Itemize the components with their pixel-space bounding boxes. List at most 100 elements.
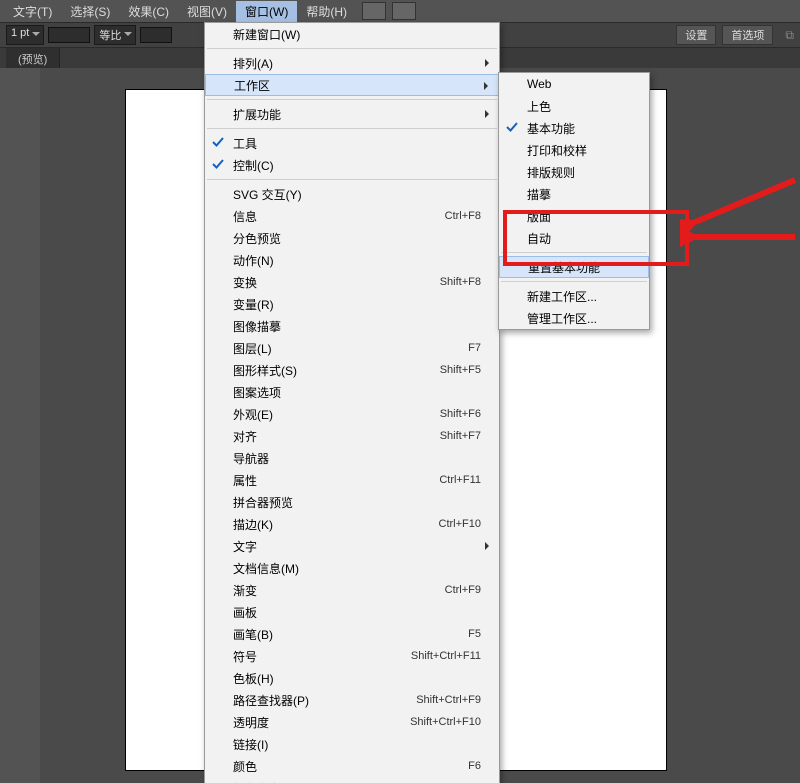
window-menu-item[interactable]: 画笔(B)F5 (205, 623, 499, 645)
workspace-menu-item[interactable]: 描摹 (499, 183, 649, 205)
menu-item-label: Web (527, 77, 551, 91)
workspace-menu-item[interactable]: 新建工作区... (499, 285, 649, 307)
workspace-menu-item[interactable]: 上色 (499, 95, 649, 117)
arrange-docs-icon[interactable] (392, 2, 416, 20)
window-menu-item[interactable]: 透明度Shift+Ctrl+F10 (205, 711, 499, 733)
window-menu-item[interactable]: 颜色参考Shift+F3 (205, 777, 499, 783)
menu-item-label: 变换 (233, 274, 257, 291)
window-menu-item[interactable]: 画板 (205, 601, 499, 623)
menu-shortcut: Shift+F6 (410, 408, 481, 420)
workspace-submenu: Web上色基本功能打印和校样排版规则描摹版面自动重置基本功能新建工作区...管理… (498, 72, 650, 330)
menu-item-label: 文字 (233, 538, 257, 555)
window-menu-item[interactable]: 路径查找器(P) Shift+Ctrl+F9 (205, 689, 499, 711)
workspace-menu-item[interactable]: 排版规则 (499, 161, 649, 183)
menu-item-label: 控制(C) (233, 157, 274, 174)
window-menu-item[interactable]: SVG 交互(Y) (205, 183, 499, 205)
menu-item-label: 路径查找器(P) (233, 692, 309, 709)
menu-type[interactable]: 文字(T) (4, 1, 61, 22)
menu-item-label: 外观(E) (233, 406, 273, 423)
window-menu-item[interactable]: 导航器 (205, 447, 499, 469)
menu-item-label: 管理工作区... (527, 310, 597, 327)
menu-shortcut: Shift+Ctrl+F9 (386, 694, 481, 706)
menu-effect[interactable]: 效果(C) (119, 1, 178, 22)
menu-item-label: 基本功能 (527, 120, 575, 137)
workspace-menu-item[interactable]: Web (499, 73, 649, 95)
brush-swatch[interactable] (140, 27, 172, 43)
menu-view[interactable]: 视图(V) (178, 1, 236, 22)
menu-item-label: 图像描摹 (233, 318, 281, 335)
menu-item-label: 符号 (233, 648, 257, 665)
menu-item-label: 变量(R) (233, 296, 274, 313)
menu-item-label: 图形样式(S) (233, 362, 297, 379)
window-menu-item[interactable]: 排列(A) (205, 52, 499, 74)
bridge-icon[interactable] (362, 2, 386, 20)
menu-window[interactable]: 窗口(W) (236, 1, 297, 22)
menu-item-label: 图层(L) (233, 340, 272, 357)
menu-item-label: 拼合器预览 (233, 494, 293, 511)
menu-shortcut: Shift+Ctrl+F10 (380, 716, 481, 728)
menu-item-label: SVG 交互(Y) (233, 186, 302, 203)
menu-help[interactable]: 帮助(H) (297, 1, 356, 22)
menu-item-label: 对齐 (233, 428, 257, 445)
menu-shortcut: Ctrl+F8 (415, 210, 481, 222)
window-menu-item[interactable]: 对齐 Shift+F7 (205, 425, 499, 447)
window-menu-item[interactable]: 文档信息(M) (205, 557, 499, 579)
menu-shortcut: Shift+Ctrl+F11 (381, 650, 481, 662)
menu-item-label: 图案选项 (233, 384, 281, 401)
submenu-arrow-icon (484, 82, 492, 90)
window-menu-item[interactable]: 色板(H) (205, 667, 499, 689)
menu-item-label: 打印和校样 (527, 142, 587, 159)
window-dropdown: 新建窗口(W) 排列(A) 工作区扩展功能工具控制(C) SVG 交互(Y) 信息 Ctr… (204, 22, 500, 783)
document-tab[interactable]: (预览) (6, 48, 60, 70)
menu-item-label: 信息 (233, 208, 257, 225)
window-menu-item[interactable]: 图像描摹 (205, 315, 499, 337)
window-menu-item[interactable]: 图层(L)F7 (205, 337, 499, 359)
tools-panel[interactable] (0, 68, 40, 783)
window-menu-item[interactable]: 控制(C) (205, 154, 499, 176)
menu-item-label: 链接(I) (233, 736, 268, 753)
menu-item-label: 工作区 (234, 77, 270, 94)
window-menu-item[interactable]: 描边(K)Ctrl+F10 (205, 513, 499, 535)
window-menu-item[interactable]: 图形样式(S) Shift+F5 (205, 359, 499, 381)
profile-combo[interactable]: 等比 (94, 25, 136, 45)
window-menu-item[interactable]: 文字 (205, 535, 499, 557)
preferences-button[interactable]: 首选项 (722, 25, 773, 45)
window-menu-item[interactable]: 动作(N) (205, 249, 499, 271)
window-menu-item[interactable]: 渐变Ctrl+F9 (205, 579, 499, 601)
window-menu-item[interactable]: 图案选项 (205, 381, 499, 403)
menu-item-label: 颜色参考 (233, 780, 281, 783)
window-menu-item[interactable]: 信息 Ctrl+F8 (205, 205, 499, 227)
window-menu-item[interactable]: 颜色F6 (205, 755, 499, 777)
check-icon (505, 120, 519, 134)
menu-shortcut: Shift+F7 (410, 430, 481, 442)
window-menu-item[interactable]: 外观(E) Shift+F6 (205, 403, 499, 425)
menu-item-label: 新建窗口(W) (233, 26, 300, 43)
window-menu-item[interactable]: 链接(I) (205, 733, 499, 755)
menu-item-label: 描摹 (527, 186, 551, 203)
menu-select[interactable]: 选择(S) (61, 1, 119, 22)
workspace-menu-item[interactable]: 管理工作区... (499, 307, 649, 329)
window-menu-item[interactable]: 工作区 (205, 74, 499, 96)
panel-toggle-icon[interactable]: ⧉ (785, 28, 794, 43)
menu-item-label: 动作(N) (233, 252, 274, 269)
window-menu-item[interactable]: 工具 (205, 132, 499, 154)
workspace-menu-item[interactable]: 打印和校样 (499, 139, 649, 161)
menu-item-label: 工具 (233, 135, 257, 152)
menu-item-label: 排列(A) (233, 55, 273, 72)
profile-swatch[interactable] (48, 27, 90, 43)
window-menu-item[interactable]: 分色预览 (205, 227, 499, 249)
window-menu-item[interactable]: 属性Ctrl+F11 (205, 469, 499, 491)
document-setup-button[interactable]: 设置 (676, 25, 716, 45)
menu-shortcut: Shift+F5 (410, 364, 481, 376)
menu-shortcut: F5 (438, 628, 481, 640)
window-menu-item[interactable]: 新建窗口(W) (205, 23, 499, 45)
menu-item-label: 色板(H) (233, 670, 274, 687)
workspace-menu-item[interactable]: 基本功能 (499, 117, 649, 139)
window-menu-item[interactable]: 扩展功能 (205, 103, 499, 125)
stroke-weight-combo[interactable]: 1 pt (6, 25, 44, 45)
window-menu-item[interactable]: 变换Shift+F8 (205, 271, 499, 293)
window-menu-item[interactable]: 拼合器预览 (205, 491, 499, 513)
window-menu-item[interactable]: 符号 Shift+Ctrl+F11 (205, 645, 499, 667)
menu-item-label: 描边(K) (233, 516, 273, 533)
window-menu-item[interactable]: 变量(R) (205, 293, 499, 315)
